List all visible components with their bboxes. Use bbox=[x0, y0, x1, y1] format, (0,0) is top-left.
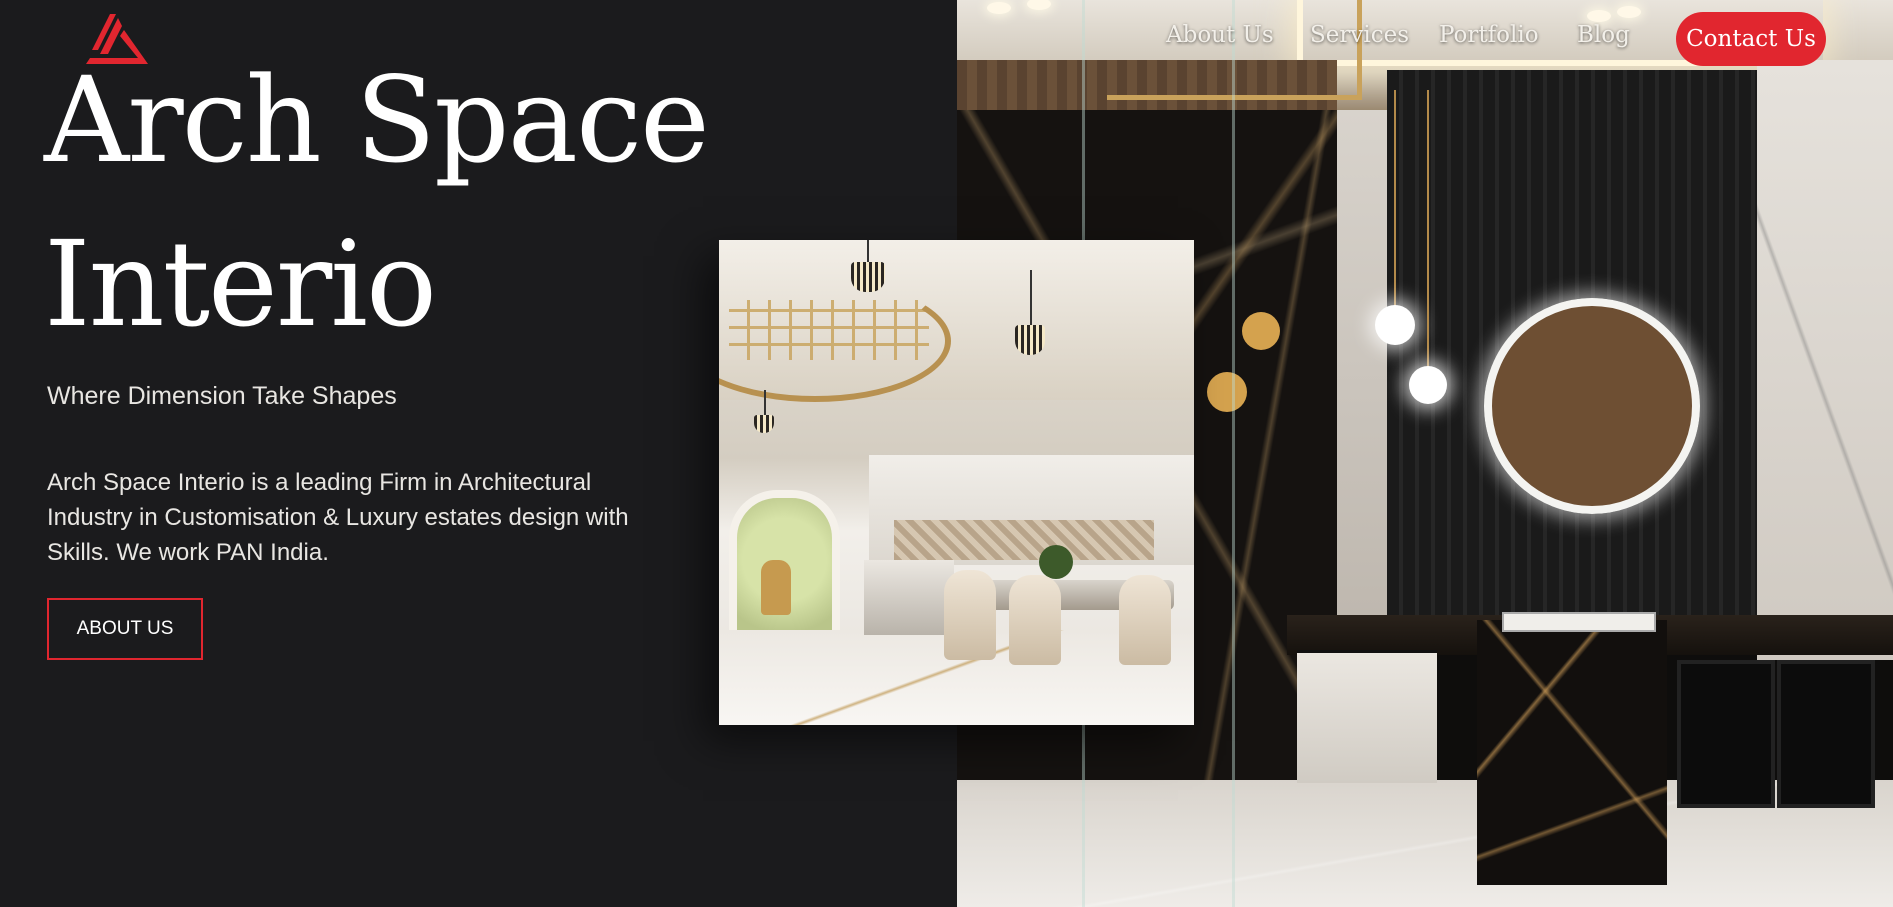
scene-glass-edge bbox=[1232, 0, 1235, 907]
scene-pendant-cord bbox=[1427, 90, 1429, 370]
nav-link-portfolio[interactable]: Portfolio bbox=[1439, 22, 1539, 48]
scene-cabinet bbox=[1297, 650, 1437, 783]
scene-pendant-light bbox=[1375, 305, 1415, 345]
nav-link-blog[interactable]: Blog bbox=[1577, 22, 1630, 48]
featured-interior-image bbox=[719, 240, 1194, 725]
feature-chandelier-cord bbox=[867, 240, 869, 262]
scene-downlight bbox=[1587, 10, 1611, 22]
nav-link-about-us[interactable]: About Us bbox=[1166, 22, 1274, 48]
about-us-button[interactable]: ABOUT US bbox=[47, 598, 203, 660]
tagline: Where Dimension Take Shapes bbox=[47, 382, 397, 410]
feature-dining-chair bbox=[944, 570, 996, 660]
scene-basin bbox=[1502, 612, 1656, 632]
feature-backsplash bbox=[894, 520, 1154, 560]
scene-gold-pendant bbox=[1207, 372, 1247, 412]
scene-white-marble-wall bbox=[1757, 60, 1893, 660]
feature-chandelier-cord bbox=[764, 390, 766, 415]
page: About Us Services Portfolio Blog Contact… bbox=[0, 0, 1893, 907]
feature-plant bbox=[1039, 545, 1073, 579]
feature-kitchen-island bbox=[864, 560, 954, 635]
scene-open-shelf bbox=[1777, 660, 1875, 808]
page-title-line-1: Arch Space bbox=[44, 51, 710, 189]
feature-idol bbox=[761, 560, 791, 615]
scene-pendant-cord bbox=[1394, 90, 1396, 315]
company-description: Arch Space Interio is a leading Firm in … bbox=[47, 469, 629, 566]
scene-pendant-light bbox=[1409, 366, 1447, 404]
scene-open-shelf bbox=[1677, 660, 1775, 808]
page-title: Arch Space Interio bbox=[44, 38, 764, 366]
feature-chandelier bbox=[754, 415, 774, 433]
feature-dining-chair bbox=[1119, 575, 1171, 665]
contact-us-button[interactable]: Contact Us bbox=[1676, 12, 1826, 66]
feature-chandelier bbox=[1015, 325, 1045, 355]
page-title-line-2: Interio bbox=[44, 215, 437, 353]
feature-chandelier bbox=[851, 262, 885, 292]
feature-chandelier-cord bbox=[1030, 270, 1032, 325]
scene-downlight bbox=[1617, 6, 1641, 18]
scene-downlight bbox=[987, 2, 1011, 14]
nav-link-services[interactable]: Services bbox=[1310, 22, 1409, 48]
scene-round-mirror bbox=[1484, 298, 1700, 514]
scene-gold-pendant bbox=[1242, 312, 1280, 350]
feature-dining-chair bbox=[1009, 575, 1061, 665]
scene-vanity bbox=[1477, 620, 1667, 885]
